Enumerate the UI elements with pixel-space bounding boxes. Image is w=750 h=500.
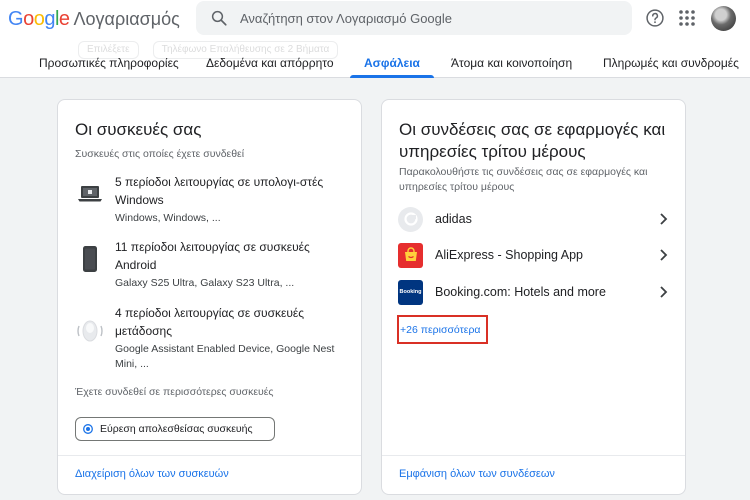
- tab-data-privacy[interactable]: Δεδομένα και απόρρητο: [206, 55, 334, 77]
- app-name: Booking.com: Hotels and more: [435, 285, 606, 299]
- tab-people-sharing[interactable]: Άτομα και κοινοποίηση: [451, 55, 572, 77]
- app-row-adidas[interactable]: adidas: [398, 205, 670, 233]
- more-devices-note: Έχετε συνδεθεί σε περισσότερες συσκευές: [75, 386, 274, 398]
- app-name: AliExpress - Shopping App: [435, 248, 584, 262]
- logo-product-name: Λογαριασμός: [73, 9, 180, 29]
- locate-icon: [76, 423, 100, 435]
- view-all-connections-link[interactable]: Εμφάνιση όλων των συνδέσεων: [399, 468, 555, 480]
- find-lost-device-button[interactable]: Εύρεση απολεσθείσας συσκευής: [75, 417, 275, 441]
- booking-icon: Booking: [398, 279, 423, 305]
- tab-personal-info[interactable]: Προσωπικές πληροφορίες: [39, 55, 179, 77]
- divider: [58, 455, 361, 456]
- device-group-cast[interactable]: 4 περίοδοι λειτουργίας σε συσκευές μετάδ…: [75, 304, 355, 374]
- connections-card-title: Οι συνδέσεις σας σε εφαρμογές και υπηρεσ…: [399, 120, 666, 161]
- app-row-booking[interactable]: Booking Booking.com: Hotels and more: [398, 278, 670, 306]
- apps-grid-icon[interactable]: [678, 9, 696, 27]
- search-bar[interactable]: Αναζήτηση στον Λογαριασμό Google: [196, 1, 632, 35]
- adidas-icon: [398, 206, 423, 232]
- app-header: Google Λογαριασμός Αναζήτηση στον Λογαρι…: [0, 0, 750, 78]
- help-icon[interactable]: [645, 8, 665, 28]
- search-icon[interactable]: [202, 1, 236, 35]
- app-row-aliexpress[interactable]: AliExpress - Shopping App: [398, 241, 670, 269]
- aliexpress-icon: [398, 242, 423, 268]
- device-group-windows[interactable]: 5 περίοδοι λειτουργίας σε υπολογι-στές W…: [75, 173, 355, 229]
- manage-all-devices-link[interactable]: Διαχείριση όλων των συσκευών: [75, 468, 229, 480]
- devices-card: Οι συσκευές σας Συσκευές στις οποίες έχε…: [57, 99, 362, 495]
- chevron-right-icon: [656, 285, 670, 299]
- device-group-android[interactable]: 11 περίοδοι λειτουργίας σε συσκευές Andr…: [75, 238, 355, 294]
- devices-card-title: Οι συσκευές σας: [75, 120, 202, 139]
- chevron-right-icon: [656, 212, 670, 226]
- google-account-logo[interactable]: Google Λογαριασμός: [8, 8, 180, 32]
- app-name: adidas: [435, 212, 472, 226]
- tab-security[interactable]: Ασφάλεια: [350, 55, 434, 78]
- speaker-icon: [75, 316, 105, 346]
- more-connections-link[interactable]: +26 περισσότερα: [397, 315, 488, 344]
- devices-card-subtitle: Συσκευές στις οποίες έχετε συνδεθεί: [75, 148, 245, 160]
- device-group-title: 5 περίοδοι λειτουργίας σε υπολογι-στές W…: [115, 175, 324, 207]
- find-lost-device-label: Εύρεση απολεσθείσας συσκευής: [100, 423, 253, 435]
- connections-card: Οι συνδέσεις σας σε εφαρμογές και υπηρεσ…: [381, 99, 686, 495]
- tab-payments[interactable]: Πληρωμές και συνδρομές: [603, 55, 739, 77]
- google-wordmark: Google: [8, 8, 70, 30]
- device-group-detail: Google Assistant Enabled Device, Google …: [115, 343, 335, 370]
- avatar[interactable]: [711, 6, 736, 31]
- chevron-right-icon: [656, 248, 670, 262]
- device-group-detail: Windows, Windows, ...: [115, 212, 221, 224]
- laptop-icon: [75, 179, 105, 209]
- connections-card-subtitle: Παρακολουθήστε τις συνδέσεις σας σε εφαρ…: [399, 166, 648, 193]
- device-group-title: 11 περίοδοι λειτουργίας σε συσκευές Andr…: [115, 240, 310, 272]
- device-group-title: 4 περίοδοι λειτουργίας σε συσκευές μετάδ…: [115, 306, 305, 338]
- phone-icon: [75, 244, 105, 274]
- search-input[interactable]: Αναζήτηση στον Λογαριασμό Google: [240, 11, 452, 26]
- nav-tabs: Προσωπικές πληροφορίες Δεδομένα και απόρ…: [0, 55, 750, 78]
- divider: [382, 455, 685, 456]
- device-group-detail: Galaxy S25 Ultra, Galaxy S23 Ultra, ...: [115, 277, 295, 289]
